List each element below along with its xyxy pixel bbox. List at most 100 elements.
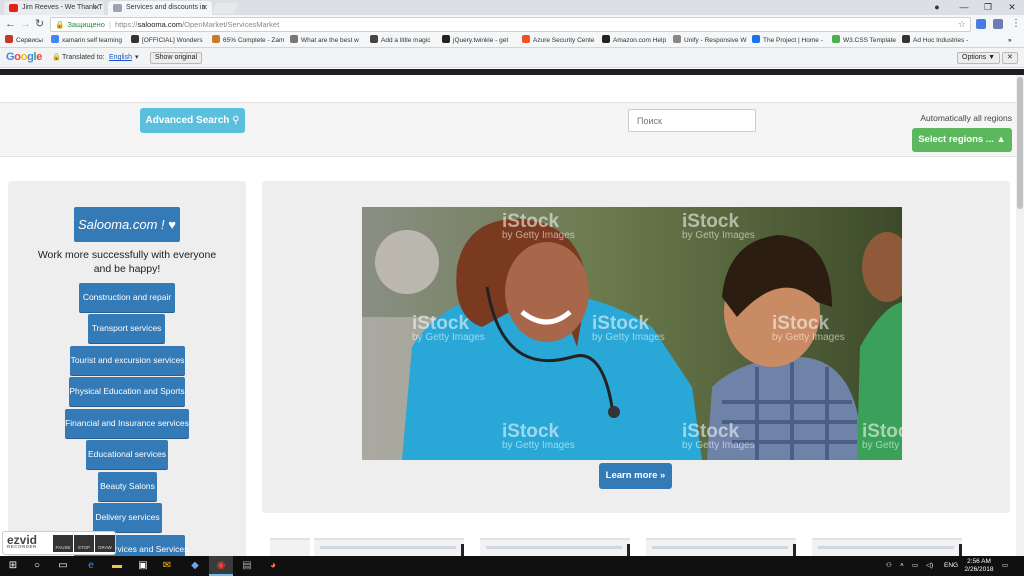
learn-more-button[interactable]: Learn more » [599,463,672,489]
category-transport[interactable]: Transport services [88,314,165,343]
forward-arrow-icon[interactable]: → [20,18,31,30]
bookmark-item[interactable]: jQuery.twinkle - get [442,34,508,48]
tab-strip: Jim Reeves - We Thank T ✕ Services and d… [0,0,1024,15]
bookmark-item[interactable]: Add a little magic [370,34,431,48]
language-select[interactable]: English [109,48,132,68]
more-bookmarks-icon[interactable]: » [1008,34,1012,48]
firefox-icon[interactable]: ◕ [266,559,280,573]
bookmark-item[interactable]: xamarin self learning [51,34,122,48]
svg-text:iStock: iStock [412,313,469,334]
category-delivery[interactable]: Delivery services [93,503,162,532]
brand-button[interactable]: Salooma.com ! ♥ [74,207,180,242]
notifications-icon[interactable]: ▭ [1002,556,1008,576]
reload-icon[interactable]: ↻ [35,18,44,30]
bookmark-item[interactable]: Ad Hoc Industries - [902,34,968,48]
address-bar-row: ← → ↻ 🔒 Защищено | https://salooma.com/Open… [0,15,1024,34]
translated-to-label: Translated to: [62,54,105,61]
clock[interactable]: 2:56 AM 2/26/2018 [962,558,996,574]
translate-options-button[interactable]: Options ▼ [957,52,1000,64]
category-financial[interactable]: Financial and Insurance services [65,409,189,438]
bookmark-item[interactable]: Unify - Responsive W [673,34,747,48]
page-icon [113,4,122,12]
category-tourist[interactable]: Tourist and excursion services [70,346,185,375]
bookmark-item[interactable]: What are the best w [290,34,359,48]
offer-card[interactable] [480,538,630,556]
file-explorer-icon[interactable]: ▬ [110,559,124,573]
advanced-search-button[interactable]: Advanced Search ⚲ [140,108,245,133]
bookmark-item[interactable]: Сервисы [5,34,43,48]
svg-text:iStock: iStock [502,421,559,442]
mail-icon[interactable]: ✉ [160,559,174,573]
chrome-icon[interactable]: ◉ [214,559,228,573]
category-construction[interactable]: Construction and repair [79,283,175,312]
back-arrow-icon[interactable]: ← [5,18,16,30]
search-icon[interactable]: ○ [30,559,44,573]
scrollbar-thumb[interactable] [1017,77,1023,209]
bookmark-item[interactable]: W3.CSS Template [832,34,896,48]
stop-button[interactable]: STOP [74,535,94,552]
google-translate-bar: Google 🔒 Translated to: English ▾ Show o… [0,48,1024,68]
bookmarks-bar: Сервисы xamarin self learning [OFFICIAL]… [0,34,1024,48]
hero-image[interactable]: iStock by Getty Images iStock by Getty I… [362,207,902,460]
tab-title: Jim Reeves - We Thank T [22,4,103,11]
tagline: Work more successfully with everyone and… [37,249,217,275]
lock-icon: 🔒 [55,20,65,29]
offer-card[interactable] [314,538,464,556]
close-tab-icon[interactable]: ✕ [93,1,100,15]
app-icon[interactable]: ◆ [188,559,202,573]
offer-card[interactable] [812,538,962,556]
secure-label: Защищено [67,20,105,29]
profile-icon[interactable]: ● [925,0,949,14]
google-logo: Google [6,51,43,63]
close-translate-icon[interactable]: ✕ [1002,52,1018,64]
store-icon[interactable]: ▣ [136,559,150,573]
maximize-button[interactable]: ❐ [976,0,1000,14]
close-window-button[interactable]: ✕ [1000,0,1024,14]
volume-icon[interactable]: ◁) [926,556,933,576]
bookmark-item[interactable]: 65% Complete - Zam [212,34,284,48]
offer-card[interactable] [270,538,310,556]
close-tab-icon[interactable]: ✕ [201,1,208,15]
url-bar[interactable]: 🔒 Защищено | https://salooma.com/OpenMarket… [50,17,971,32]
bookmark-item[interactable]: Amazon.com Help [602,34,666,48]
svg-text:by Getty Images: by Getty Images [502,440,575,451]
task-view-icon[interactable]: ▭ [56,559,70,573]
search-input[interactable] [628,109,756,132]
edge-icon[interactable]: e [84,559,98,573]
bookmark-star-icon[interactable]: ☆ [958,18,966,31]
category-beauty-salons[interactable]: Beauty Salons [98,472,157,501]
bookmark-item[interactable]: The Project | Home - [752,34,823,48]
bookmark-item[interactable]: [OFFICIAL] Wonders [131,34,203,48]
road-icon: ▲ [996,134,1006,145]
network-icon[interactable]: ▭ [912,556,918,576]
svg-text:iStock: iStock [682,421,739,442]
minimize-button[interactable]: — [952,0,976,14]
menu-dots-icon[interactable]: ⋮ [1011,18,1021,30]
bookmark-item[interactable]: Azure Security Cente [522,34,594,48]
select-regions-button[interactable]: Select regions ... ▲ [912,128,1012,152]
people-icon[interactable]: ⚇ [886,556,892,576]
search-panel: Advanced Search ⚲ Automatically all regi… [0,102,1016,157]
windows-start-icon[interactable]: ⊞ [6,559,20,573]
tray-chevron-icon[interactable]: ˄ [900,556,904,576]
page-content: Advanced Search ⚲ Automatically all regi… [0,75,1024,556]
show-original-button[interactable]: Show original [150,52,203,64]
svg-text:by Getty Images: by Getty Images [772,332,845,343]
language-indicator[interactable]: ENG [944,556,958,576]
pause-button[interactable]: PAUSE [53,535,73,552]
draw-button[interactable]: DRAW [95,535,115,552]
tab-jim-reeves[interactable]: Jim Reeves - We Thank T ✕ [4,1,104,15]
category-physical-education[interactable]: Physical Education and Sports [69,377,185,406]
extension-icon[interactable] [993,19,1003,29]
svg-text:iStock: iStock [862,421,902,442]
chevron-down-icon[interactable]: ▾ [135,48,139,68]
tab-services[interactable]: Services and discounts in ✕ [108,1,212,15]
category-educational[interactable]: Educational services [86,440,168,469]
svg-text:iStock: iStock [592,313,649,334]
scrollbar[interactable] [1016,75,1024,556]
svg-text:by Getty Images: by Getty Images [412,332,485,343]
extension-icon[interactable] [976,19,986,29]
offer-card[interactable] [646,538,796,556]
app-icon[interactable]: ▤ [240,559,254,573]
new-tab-button[interactable] [211,3,239,14]
